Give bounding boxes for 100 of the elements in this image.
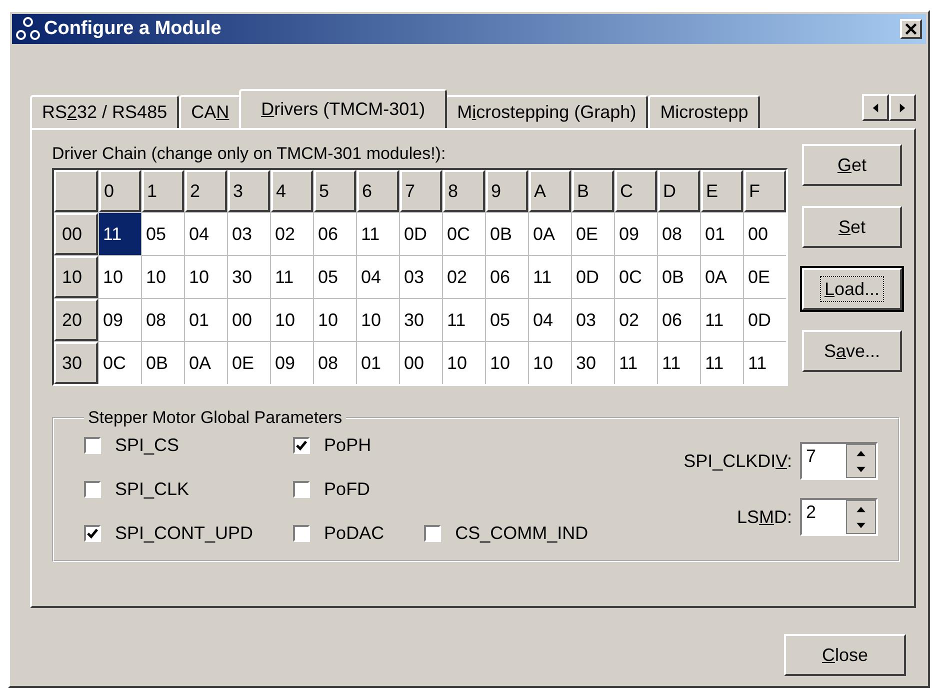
checkbox[interactable] (84, 480, 101, 498)
grid-cell[interactable]: 04 (357, 256, 399, 298)
checkbox-option[interactable]: PoFD (293, 476, 384, 502)
grid-cell[interactable]: 03 (572, 299, 614, 341)
grid-cell[interactable]: 08 (658, 213, 700, 255)
tab[interactable]: Microstepp (648, 95, 760, 128)
grid-cell[interactable]: 0C (99, 342, 141, 384)
grid-cell[interactable]: 0A (185, 342, 227, 384)
grid-cell[interactable]: 00 (744, 213, 786, 255)
grid-cell[interactable]: 00 (400, 342, 442, 384)
grid-cell[interactable]: 01 (357, 342, 399, 384)
grid-cell[interactable]: 10 (486, 342, 528, 384)
grid-cell[interactable]: 05 (142, 213, 184, 255)
column-header: A (529, 170, 571, 212)
checkbox[interactable] (293, 436, 310, 454)
grid-cell[interactable]: 05 (486, 299, 528, 341)
grid-cell[interactable]: 11 (529, 256, 571, 298)
grid-cell[interactable]: 11 (658, 342, 700, 384)
grid-cell[interactable]: 10 (529, 342, 571, 384)
grid-cell[interactable]: 11 (744, 342, 786, 384)
dialog-button[interactable]: Save... (802, 330, 902, 372)
dialog-button[interactable]: Set (802, 206, 902, 248)
grid-cell[interactable]: 10 (185, 256, 227, 298)
checkbox-option[interactable]: PoPH (293, 432, 384, 458)
checkbox-option[interactable]: SPI_CLK (84, 476, 254, 502)
grid-cell[interactable]: 10 (99, 256, 141, 298)
up-down-arrows-icon[interactable] (846, 500, 876, 534)
grid-cell[interactable]: 0E (228, 342, 270, 384)
grid-cell[interactable]: 06 (658, 299, 700, 341)
checkbox-option[interactable]: SPI_CS (84, 432, 254, 458)
grid-cell[interactable]: 09 (271, 342, 313, 384)
grid-cell[interactable]: 0E (572, 213, 614, 255)
grid-cell[interactable]: 08 (314, 342, 356, 384)
grid-cell[interactable]: 11 (357, 213, 399, 255)
checkbox[interactable] (84, 436, 101, 454)
grid-cell[interactable]: 04 (529, 299, 571, 341)
grid-cell[interactable]: 30 (572, 342, 614, 384)
grid-cell[interactable]: 10 (142, 256, 184, 298)
grid-cell[interactable]: 03 (228, 213, 270, 255)
grid-cell[interactable]: 01 (185, 299, 227, 341)
checkbox[interactable] (424, 524, 442, 542)
grid-cell[interactable]: 01 (701, 213, 743, 255)
dialog-button[interactable]: Get (802, 144, 902, 186)
grid-cell[interactable]: 11 (615, 342, 657, 384)
grid-cell[interactable]: 10 (357, 299, 399, 341)
grid-cell[interactable]: 30 (400, 299, 442, 341)
close-icon[interactable] (900, 19, 922, 39)
grid-cell[interactable]: 08 (142, 299, 184, 341)
grid-cell[interactable]: 30 (228, 256, 270, 298)
column-header: 9 (486, 170, 528, 212)
grid-cell[interactable]: 0D (400, 213, 442, 255)
checkbox-option[interactable]: PoDAC (293, 520, 384, 546)
checkbox-option[interactable]: CS_COMM_IND (424, 520, 588, 546)
grid-cell[interactable]: 04 (185, 213, 227, 255)
grid-cell[interactable]: 0B (658, 256, 700, 298)
grid-cell[interactable]: 09 (615, 213, 657, 255)
column-header: B (572, 170, 614, 212)
spinner-field[interactable]: 7 (800, 442, 878, 480)
grid-corner-cell (54, 170, 98, 212)
grid-cell[interactable]: 09 (99, 299, 141, 341)
grid-cell[interactable]: 0E (744, 256, 786, 298)
checkbox[interactable] (84, 524, 101, 542)
up-down-arrows-icon[interactable] (846, 444, 876, 478)
grid-cell[interactable]: 05 (314, 256, 356, 298)
grid-cell[interactable]: 06 (314, 213, 356, 255)
row-header: 10 (54, 256, 98, 298)
grid-cell[interactable]: 0B (142, 342, 184, 384)
column-header: 6 (357, 170, 399, 212)
scroll-right-icon[interactable] (889, 94, 916, 121)
grid-cell[interactable]: 0C (443, 213, 485, 255)
grid-cell[interactable]: 11 (701, 299, 743, 341)
checkbox-option[interactable]: SPI_CONT_UPD (84, 520, 254, 546)
tab[interactable]: Drivers (TMCM-301) (239, 89, 448, 128)
grid-cell[interactable]: 11 (99, 213, 141, 255)
dialog-button[interactable]: Load... (802, 268, 902, 310)
grid-cell[interactable]: 06 (486, 256, 528, 298)
checkbox[interactable] (293, 480, 310, 498)
checkbox[interactable] (293, 524, 310, 542)
grid-cell[interactable]: 10 (314, 299, 356, 341)
close-button[interactable]: Close (784, 634, 906, 676)
spinner-field[interactable]: 2 (800, 498, 878, 536)
grid-cell[interactable]: 03 (400, 256, 442, 298)
grid-cell[interactable]: 00 (228, 299, 270, 341)
grid-cell[interactable]: 0D (572, 256, 614, 298)
grid-cell[interactable]: 02 (615, 299, 657, 341)
grid-cell[interactable]: 02 (271, 213, 313, 255)
grid-cell[interactable]: 0B (486, 213, 528, 255)
grid-cell[interactable]: 0A (529, 213, 571, 255)
scroll-left-icon[interactable] (862, 94, 889, 121)
grid-cell[interactable]: 0D (744, 299, 786, 341)
grid-cell[interactable]: 0A (701, 256, 743, 298)
grid-cell[interactable]: 11 (443, 299, 485, 341)
grid-cell[interactable]: 0C (615, 256, 657, 298)
grid-cell[interactable]: 02 (443, 256, 485, 298)
grid-cell[interactable]: 10 (271, 299, 313, 341)
grid-cell[interactable]: 11 (701, 342, 743, 384)
grid-cell[interactable]: 10 (443, 342, 485, 384)
grid-cell[interactable]: 11 (271, 256, 313, 298)
tab[interactable]: RS232 / RS485 (30, 95, 180, 128)
tab[interactable]: Microstepping (Graph) (445, 95, 648, 128)
